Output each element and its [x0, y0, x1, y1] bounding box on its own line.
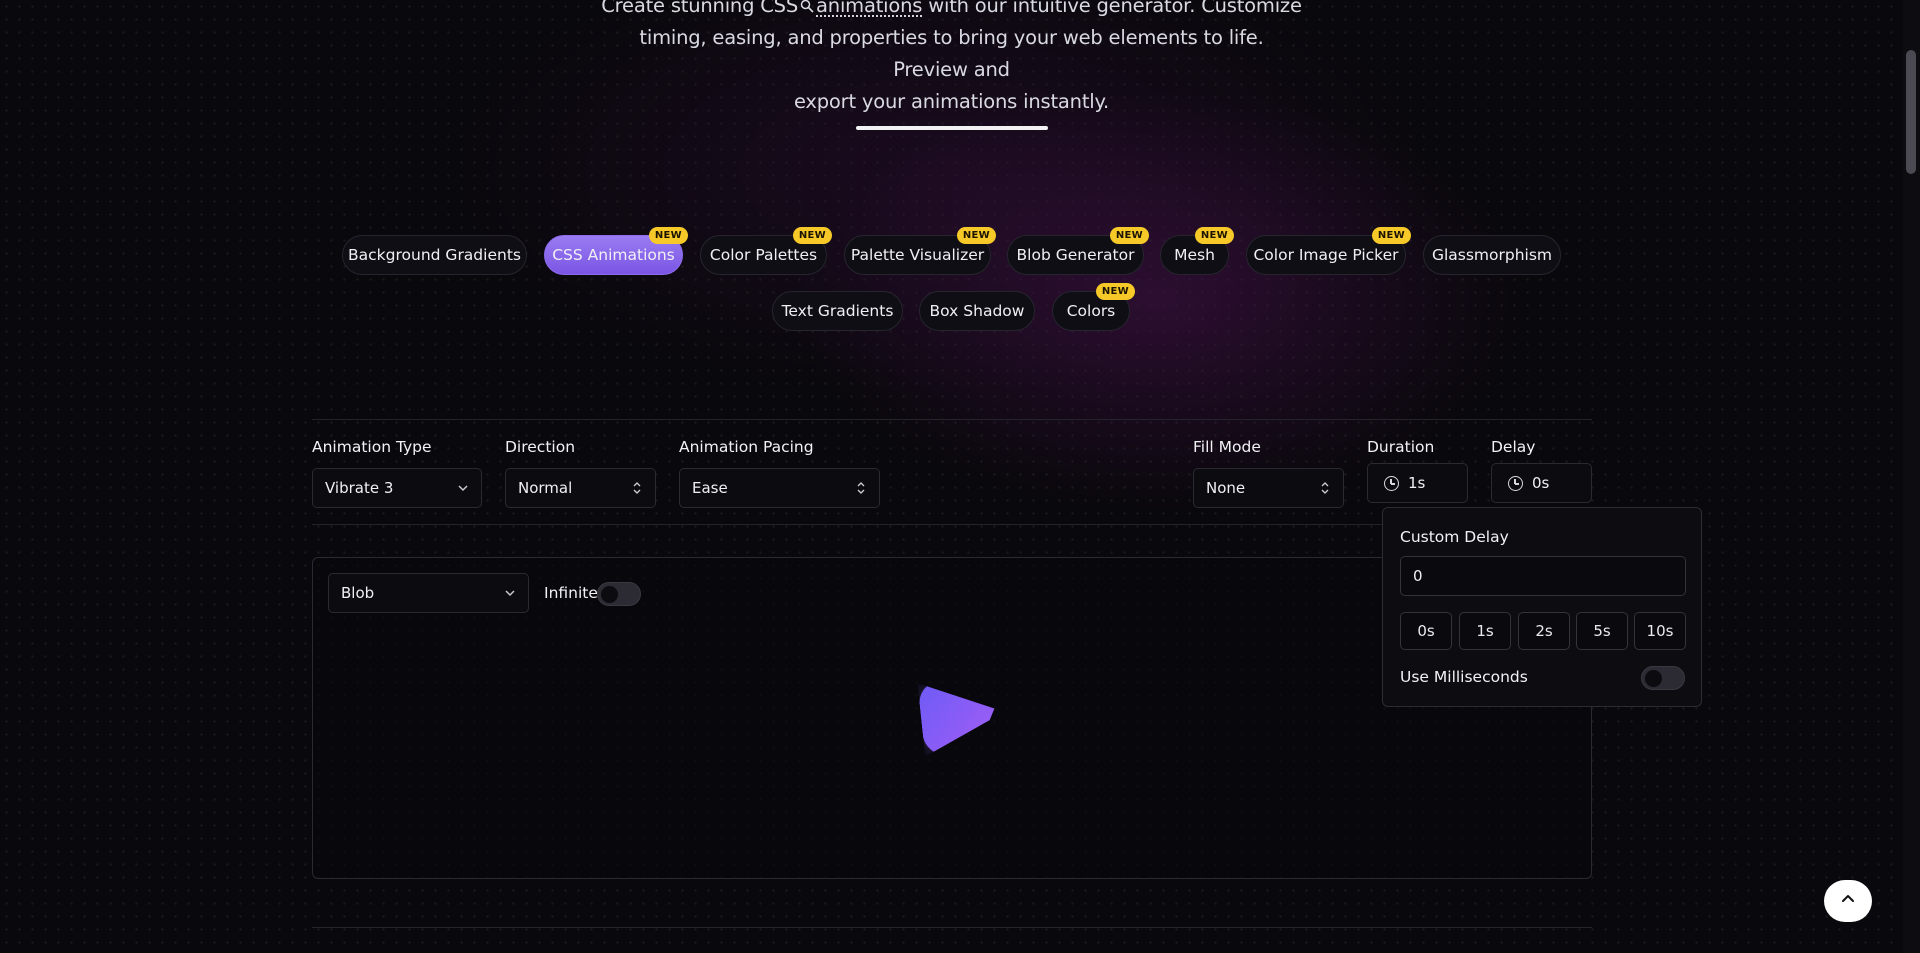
tab-color-palettes[interactable]: Color Palettes NEW: [700, 227, 832, 275]
tab-palette-visualizer[interactable]: Palette Visualizer NEW: [844, 227, 996, 275]
tab-color-image-picker[interactable]: Color Image Picker NEW: [1246, 227, 1411, 275]
chevron-up-down-icon: [855, 469, 867, 507]
tab-colors[interactable]: Colors NEW: [1052, 283, 1135, 331]
chevron-up-down-icon: [1319, 469, 1331, 507]
tab-blob-generator[interactable]: Blob Generator NEW: [1007, 227, 1149, 275]
delay-button[interactable]: 0s: [1491, 463, 1592, 503]
delay-preset-2s[interactable]: 2s: [1518, 612, 1570, 650]
tab-css-animations[interactable]: CSS Animations NEW: [544, 227, 688, 275]
hero-description: Create stunning CSS animations with our i…: [600, 0, 1303, 118]
chevron-down-icon: [504, 574, 516, 612]
chevron-down-icon: [457, 469, 469, 507]
chevron-up-down-icon: [631, 469, 643, 507]
animation-pacing-select[interactable]: Ease: [679, 468, 880, 508]
delay-label: Delay: [1491, 438, 1536, 456]
new-badge: NEW: [956, 227, 996, 244]
hero-divider: [856, 126, 1048, 130]
chevron-up-icon: [1839, 890, 1857, 912]
bottom-divider: [312, 927, 1592, 928]
fill-mode-select[interactable]: None: [1193, 468, 1344, 508]
scroll-to-top-button[interactable]: [1824, 880, 1872, 922]
new-badge: NEW: [1371, 227, 1411, 244]
custom-delay-input[interactable]: [1400, 556, 1686, 596]
animation-type-label: Animation Type: [312, 438, 432, 456]
new-badge: NEW: [648, 227, 688, 244]
tab-box-shadow[interactable]: Box Shadow: [919, 291, 1035, 331]
delay-preset-0s[interactable]: 0s: [1400, 612, 1452, 650]
tab-background-gradients[interactable]: Background Gradients: [342, 235, 527, 275]
animation-type-select[interactable]: Vibrate 3: [312, 468, 482, 508]
direction-select[interactable]: Normal: [505, 468, 656, 508]
direction-label: Direction: [505, 438, 576, 456]
section-divider: [312, 419, 1592, 420]
clock-icon: [1384, 476, 1399, 491]
custom-delay-title: Custom Delay: [1400, 528, 1509, 546]
infinite-toggle[interactable]: [597, 582, 641, 606]
scrollbar-thumb[interactable]: [1906, 50, 1916, 174]
fill-mode-label: Fill Mode: [1193, 438, 1261, 456]
tab-text-gradients[interactable]: Text Gradients: [772, 291, 903, 331]
shape-select[interactable]: Blob: [328, 573, 529, 613]
duration-label: Duration: [1367, 438, 1435, 456]
delay-preset-10s[interactable]: 10s: [1634, 612, 1686, 650]
duration-button[interactable]: 1s: [1367, 463, 1468, 503]
infinite-label: Infinite: [544, 584, 598, 602]
new-badge: NEW: [1109, 227, 1149, 244]
tab-mesh[interactable]: Mesh NEW: [1160, 227, 1234, 275]
tab-glassmorphism[interactable]: Glassmorphism: [1423, 235, 1561, 275]
use-milliseconds-toggle[interactable]: [1641, 666, 1685, 690]
new-badge: NEW: [792, 227, 832, 244]
animation-pacing-label: Animation Pacing: [679, 438, 814, 456]
delay-preset-5s[interactable]: 5s: [1576, 612, 1628, 650]
new-badge: NEW: [1095, 283, 1135, 300]
clock-icon: [1508, 476, 1523, 491]
delay-preset-1s[interactable]: 1s: [1459, 612, 1511, 650]
use-milliseconds-label: Use Milliseconds: [1400, 668, 1528, 686]
new-badge: NEW: [1194, 227, 1234, 244]
search-icon: [800, 0, 814, 13]
